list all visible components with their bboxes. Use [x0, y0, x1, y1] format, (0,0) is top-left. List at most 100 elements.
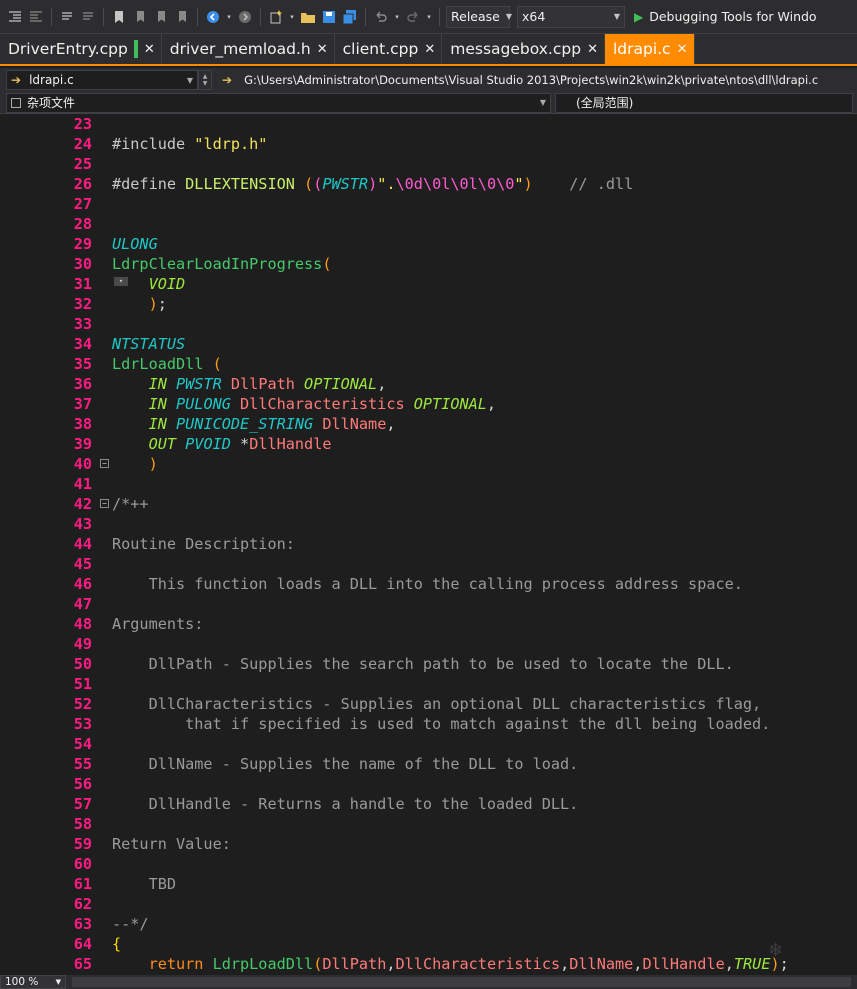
code-token: Arguments: — [112, 615, 204, 633]
scope-select-value: (全局范围) — [576, 96, 634, 110]
watermark-logo: ❄ — [768, 940, 784, 961]
undo-icon[interactable] — [372, 8, 390, 26]
navigate-back-icon[interactable] — [204, 8, 222, 26]
code-token: DllName - Supplies the name of the DLL t… — [112, 755, 579, 773]
save-icon[interactable] — [320, 8, 338, 26]
indent-icon[interactable] — [6, 8, 24, 26]
redo-icon[interactable] — [404, 8, 422, 26]
code-token: return — [148, 955, 213, 973]
comment-icon[interactable] — [58, 8, 76, 26]
line-number: 65 — [73, 955, 92, 973]
code-line: 40− ) — [0, 454, 857, 474]
collapse-icon[interactable]: − — [100, 499, 109, 508]
uncomment-icon[interactable] — [79, 8, 97, 26]
code-token: DllHandle — [249, 435, 332, 453]
code-token: that if specified is used to match again… — [112, 715, 771, 733]
close-icon[interactable]: ✕ — [677, 42, 688, 57]
split-spinner[interactable]: ▲ ▼ — [198, 70, 212, 90]
chevron-down-icon[interactable]: ▾ — [288, 8, 296, 26]
line-number: 24 — [73, 135, 92, 153]
code-line: 43 — [0, 514, 857, 534]
close-icon[interactable]: ✕ — [317, 42, 328, 57]
bookmark-icon[interactable] — [110, 8, 128, 26]
prev-bookmark-icon[interactable] — [131, 8, 149, 26]
code-token: OUT — [148, 435, 186, 453]
configuration-select[interactable]: Release ▼ — [446, 5, 512, 28]
tab-driver-memload-h[interactable]: driver_memload.h ✕ — [162, 34, 335, 64]
code-token: { — [112, 935, 122, 953]
code-token: --*/ — [112, 915, 149, 933]
code-token: ( — [212, 355, 222, 373]
line-number: 57 — [73, 795, 92, 813]
chevron-down-icon[interactable]: ▾ — [393, 8, 401, 26]
code-token: DllHandle — [642, 955, 725, 973]
collapse-icon[interactable]: − — [100, 459, 109, 468]
code-token: OPTIONAL — [304, 375, 378, 393]
code-text: return LdrpLoadDll(DllPath,DllCharacteri… — [112, 954, 789, 974]
clear-bookmarks-icon[interactable] — [173, 8, 191, 26]
code-token: PWSTR — [322, 175, 369, 193]
code-text: Routine Description: — [112, 534, 295, 554]
play-icon: ▶ — [634, 9, 644, 24]
code-token: DllName — [569, 955, 634, 973]
platform-select[interactable]: x64 ▼ — [517, 5, 625, 28]
code-line: 49 — [0, 634, 857, 654]
open-folder-icon[interactable] — [299, 8, 317, 26]
new-project-icon[interactable] — [267, 8, 285, 26]
line-number: 31 — [73, 275, 92, 293]
project-select[interactable]: 杂项文件 ▼ — [6, 92, 551, 113]
start-debugging-button[interactable]: ▶ Debugging Tools for Windo — [634, 9, 817, 24]
code-line: 44 Routine Description: — [0, 534, 857, 554]
code-token: * — [240, 435, 250, 453]
tab-client-cpp[interactable]: client.cpp ✕ — [335, 34, 443, 64]
code-token: Routine Description: — [112, 535, 295, 553]
scope-select[interactable]: (全局范围) — [555, 92, 853, 113]
code-token: LdrpLoadDll — [212, 955, 314, 973]
code-editor[interactable]: 23 24 #include "ldrp.h" 25 26 #define DLLEXTE… — [0, 114, 857, 975]
navigate-forward-icon[interactable] — [236, 8, 254, 26]
close-icon[interactable]: ✕ — [144, 42, 155, 57]
tab-ldrapi-c[interactable]: ldrapi.c ✕ — [604, 34, 695, 64]
save-all-icon[interactable] — [341, 8, 359, 26]
project-select-value: 杂项文件 — [27, 96, 76, 110]
chevron-down-icon[interactable]: ▾ — [425, 8, 433, 26]
code-text: ULONG — [112, 234, 158, 254]
line-number: 32 — [73, 295, 92, 313]
chevron-down-icon[interactable]: ▾ — [225, 8, 233, 26]
line-number: 55 — [73, 755, 92, 773]
code-text: IN PULONG DllCharacteristics OPTIONAL, — [112, 394, 497, 414]
code-token: VOID — [148, 275, 186, 293]
code-token: PWSTR — [176, 375, 231, 393]
code-text: DllName - Supplies the name of the DLL t… — [112, 754, 579, 774]
code-text: ); — [112, 294, 167, 314]
code-token: ( — [322, 255, 332, 273]
code-token: \0d\0l\0l\0\0 — [395, 175, 515, 193]
code-line: 64 { — [0, 934, 857, 954]
close-icon[interactable]: ✕ — [424, 42, 435, 57]
code-line: 25 — [0, 154, 857, 174]
code-text: --*/ — [112, 914, 149, 934]
horizontal-scrollbar[interactable] — [72, 977, 851, 987]
code-line: 33 — [0, 314, 857, 334]
code-token: DllPath - Supplies the search path to be… — [112, 655, 734, 673]
code-line: 59 Return Value: — [0, 834, 857, 854]
toolbar-divider — [260, 7, 261, 26]
outdent-icon[interactable] — [27, 8, 45, 26]
next-bookmark-icon[interactable] — [152, 8, 170, 26]
code-line: 58 — [0, 814, 857, 834]
tab-messagebox-cpp[interactable]: messagebox.cpp ✕ — [442, 34, 605, 64]
arrow-right-icon: ➔ — [222, 73, 233, 87]
line-number: 62 — [73, 895, 92, 913]
line-number: 34 — [73, 335, 92, 353]
close-icon[interactable]: ✕ — [587, 42, 598, 57]
line-number: 54 — [73, 735, 92, 753]
code-line: 32 ); — [0, 294, 857, 314]
zoom-value: 100 % — [5, 976, 39, 988]
file-navigation-bar: ➔ ldrapi.c ▼ ▲ ▼ ➔ G:\Users\Administrator… — [0, 68, 857, 92]
zoom-select[interactable]: 100 % ▼ — [0, 975, 66, 989]
file-select[interactable]: ➔ ldrapi.c ▼ — [6, 70, 198, 90]
tab-driverentry-cpp[interactable]: DriverEntry.cpp ✕ — [0, 34, 162, 64]
code-text: IN PUNICODE_STRING DllName, — [112, 414, 396, 434]
code-token: OPTIONAL — [413, 395, 487, 413]
